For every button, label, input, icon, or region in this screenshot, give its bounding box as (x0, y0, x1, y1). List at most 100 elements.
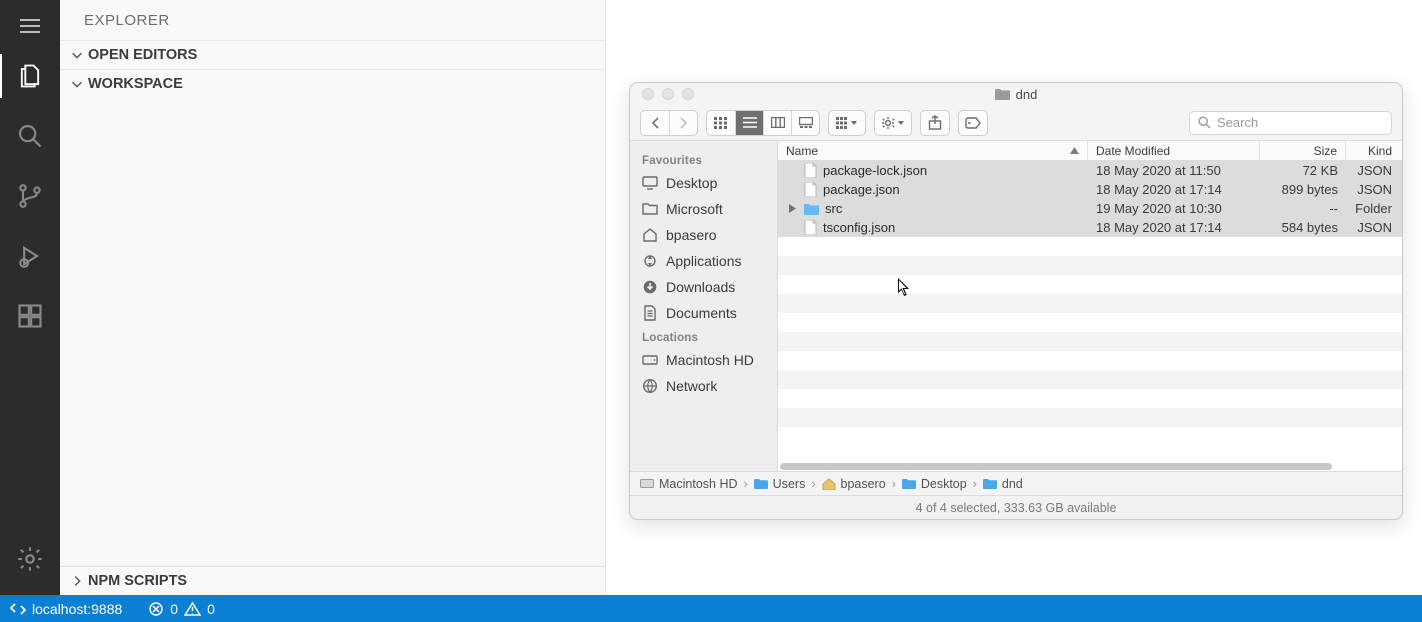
chevron-down-icon (70, 77, 84, 91)
view-column-button[interactable] (763, 111, 791, 135)
view-gallery-button[interactable] (791, 111, 819, 135)
arrange-button[interactable] (829, 111, 865, 135)
row-name: src (825, 201, 842, 216)
section-npm-scripts[interactable]: NPM SCRIPTS (60, 566, 605, 595)
finder-search[interactable]: Search (1189, 111, 1392, 135)
folder-icon (995, 88, 1010, 100)
list-row (778, 294, 1402, 313)
path-label: Macintosh HD (659, 477, 738, 491)
menu-button[interactable] (0, 6, 60, 46)
row-date: 18 May 2020 at 11:50 (1088, 163, 1260, 178)
sidebar-item-downloads[interactable]: Downloads (630, 274, 777, 300)
share-button[interactable] (921, 111, 949, 135)
path-label: dnd (1002, 477, 1023, 491)
sort-asc-icon (1070, 147, 1079, 154)
search-icon (1198, 116, 1211, 129)
activity-run[interactable] (0, 226, 60, 286)
list-row[interactable]: src19 May 2020 at 10:30--Folder (778, 199, 1402, 218)
status-problems[interactable]: 0 0 (138, 601, 225, 617)
activity-explorer[interactable] (0, 46, 60, 106)
sidebar-item-applications[interactable]: Applications (630, 248, 777, 274)
sidebar-item-icon (642, 378, 658, 394)
chevron-right-icon (70, 574, 84, 588)
share-icon (928, 115, 942, 130)
forward-button[interactable] (669, 111, 697, 135)
branch-icon (16, 182, 44, 210)
remote-icon (10, 601, 26, 617)
path-label: bpasero (841, 477, 886, 491)
col-date[interactable]: Date Modified (1088, 141, 1260, 160)
row-kind: Folder (1346, 201, 1402, 216)
status-warnings: 0 (207, 601, 215, 617)
status-remote[interactable]: localhost:9888 (0, 595, 132, 622)
sidebar-item-documents[interactable]: Documents (630, 300, 777, 326)
path-segment[interactable]: Users (754, 477, 806, 491)
activity-extensions[interactable] (0, 286, 60, 346)
back-button[interactable] (641, 111, 669, 135)
sidebar-item-bpasero[interactable]: bpasero (630, 222, 777, 248)
section-workspace[interactable]: WORKSPACE (60, 69, 605, 98)
menu-icon (20, 19, 40, 33)
list-row (778, 332, 1402, 351)
sidebar-item-macintosh-hd[interactable]: Macintosh HD (630, 347, 777, 373)
scrollbar-thumb[interactable] (780, 463, 1332, 470)
section-workspace-label: WORKSPACE (88, 76, 183, 92)
finder-title-text: dnd (1016, 87, 1038, 102)
list-row[interactable]: tsconfig.json18 May 2020 at 17:14584 byt… (778, 218, 1402, 237)
list-rows[interactable]: package-lock.json18 May 2020 at 11:5072 … (778, 161, 1402, 461)
col-kind[interactable]: Kind (1346, 141, 1402, 160)
path-icon (983, 478, 997, 489)
list-icon (743, 117, 757, 128)
status-bar: localhost:9888 0 0 (0, 595, 1422, 622)
path-segment[interactable]: Macintosh HD (640, 477, 738, 491)
sidebar-item-icon (642, 201, 658, 217)
list-row (778, 427, 1402, 446)
sidebar-item-microsoft[interactable]: Microsoft (630, 196, 777, 222)
row-kind: JSON (1346, 163, 1402, 178)
row-date: 19 May 2020 at 10:30 (1088, 201, 1260, 216)
sidebar-item-network[interactable]: Network (630, 373, 777, 399)
activity-search[interactable] (0, 106, 60, 166)
view-icon-button[interactable] (707, 111, 735, 135)
horizontal-scrollbar[interactable] (778, 461, 1402, 471)
error-icon (148, 601, 164, 617)
file-icon (804, 220, 817, 235)
disclosure-triangle[interactable] (786, 204, 798, 213)
tags-button[interactable] (959, 111, 987, 135)
path-segment[interactable]: bpasero (822, 477, 886, 491)
finder-window: dnd (629, 82, 1403, 520)
extensions-icon (16, 302, 44, 330)
grid-dropdown-icon (836, 117, 858, 129)
col-size[interactable]: Size (1260, 141, 1346, 160)
path-label: Users (773, 477, 806, 491)
explorer-tree[interactable] (60, 98, 605, 566)
list-row (778, 256, 1402, 275)
sidebar-item-icon (642, 227, 658, 243)
section-open-editors[interactable]: OPEN EDITORS (60, 40, 605, 69)
view-list-button[interactable] (735, 111, 763, 135)
section-npm-scripts-label: NPM SCRIPTS (88, 573, 187, 589)
finder-titlebar[interactable]: dnd (630, 83, 1402, 105)
col-name[interactable]: Name (778, 141, 1088, 160)
activity-scm[interactable] (0, 166, 60, 226)
list-row[interactable]: package-lock.json18 May 2020 at 11:5072 … (778, 161, 1402, 180)
sidebar-item-desktop[interactable]: Desktop (630, 170, 777, 196)
col-kind-label: Kind (1368, 144, 1392, 158)
path-segment[interactable]: Desktop (902, 477, 967, 491)
explorer-title: EXPLORER (60, 0, 605, 40)
list-row[interactable]: package.json18 May 2020 at 17:14899 byte… (778, 180, 1402, 199)
status-errors: 0 (170, 601, 178, 617)
activity-settings[interactable] (0, 529, 60, 589)
run-debug-icon (16, 242, 44, 270)
chevron-down-icon (70, 48, 84, 62)
sidebar-item-label: Microsoft (666, 201, 723, 217)
col-date-label: Date Modified (1096, 144, 1170, 158)
path-segment[interactable]: dnd (983, 477, 1023, 491)
row-name: tsconfig.json (823, 220, 895, 235)
list-row (778, 408, 1402, 427)
sidebar-item-label: Downloads (666, 279, 735, 295)
chevron-right-icon: › (973, 477, 977, 491)
sidebar-item-icon (642, 279, 658, 295)
files-icon (16, 62, 44, 90)
action-button[interactable] (875, 111, 911, 135)
